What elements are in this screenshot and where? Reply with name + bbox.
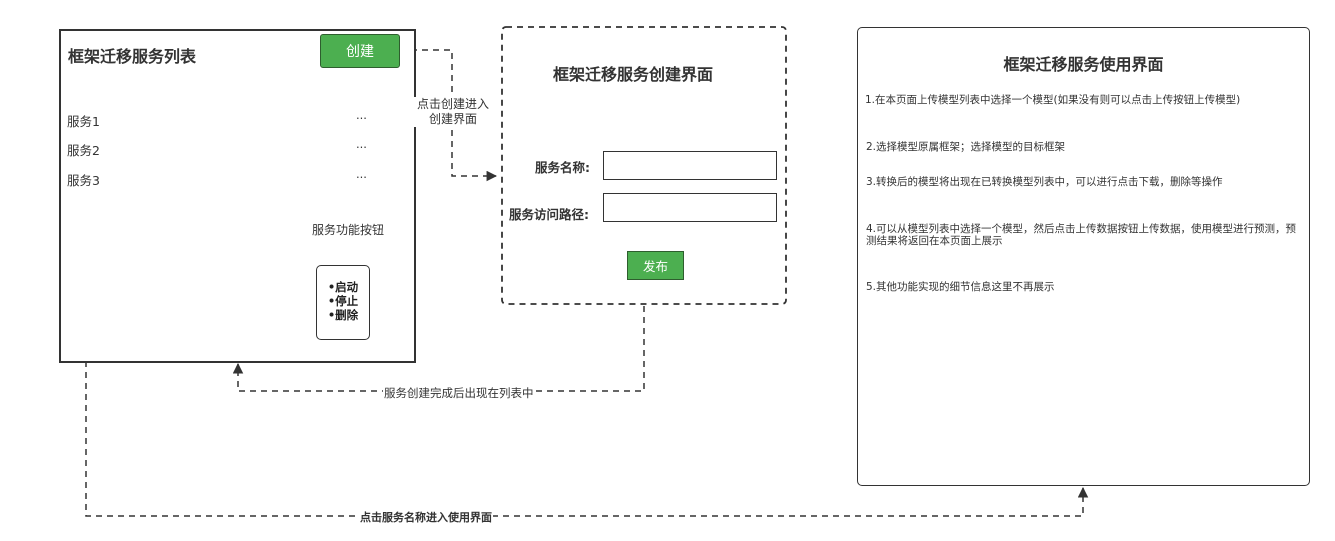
usage-step-4: 4.可以从模型列表中选择一个模型，然后点击上传数据按钮上传数据，使用模型进行预测… (866, 223, 1297, 247)
service-name-3[interactable]: 服务3 (67, 170, 100, 189)
menu-item-start[interactable]: •启动 (317, 280, 369, 294)
publish-button[interactable]: 发布 (627, 251, 684, 280)
edge-label-usage: 点击服务名称进入使用界面 (359, 509, 493, 525)
edge-label-create: 点击创建进入创建界面 (412, 97, 494, 127)
service-more-button-3[interactable]: ... (356, 167, 367, 181)
service-name-2[interactable]: 服务2 (67, 140, 100, 159)
usage-step-2: 2.选择模型原属框架；选择模型的目标框架 (866, 141, 1066, 153)
edge-label-publish: 服务创建完成后出现在列表中 (383, 385, 535, 401)
service-more-button-1[interactable]: ... (356, 108, 367, 122)
usage-step-5: 5.其他功能实现的细节信息这里不再展示 (866, 281, 1055, 293)
service-path-input[interactable] (603, 193, 777, 222)
menu-item-stop[interactable]: •停止 (317, 294, 369, 308)
usage-step-1: 1.在本页面上传模型列表中选择一个模型(如果没有则可以点击上传按钮上传模型) (865, 94, 1241, 106)
create-button[interactable]: 创建 (320, 34, 400, 68)
service-name-label: 服务名称: (535, 160, 590, 175)
func-button-label: 服务功能按钮 (311, 221, 386, 238)
service-name-input[interactable] (603, 151, 777, 180)
create-panel-title: 框架迁移服务创建界面 (553, 65, 714, 84)
usage-panel-title: 框架迁移服务使用界面 (1003, 55, 1164, 74)
action-menu: •启动 •停止 •删除 (316, 265, 370, 340)
list-title: 框架迁移服务列表 (68, 47, 197, 66)
menu-item-delete[interactable]: •删除 (317, 308, 369, 322)
service-name-1[interactable]: 服务1 (67, 111, 100, 130)
service-path-label: 服务访问路径: (509, 207, 589, 222)
edge-label-create-text: 点击创建进入创建界面 (416, 97, 489, 126)
service-more-button-2[interactable]: ... (356, 137, 367, 151)
usage-step-3: 3.转换后的模型将出现在已转换模型列表中，可以进行点击下载，删除等操作 (866, 176, 1223, 188)
